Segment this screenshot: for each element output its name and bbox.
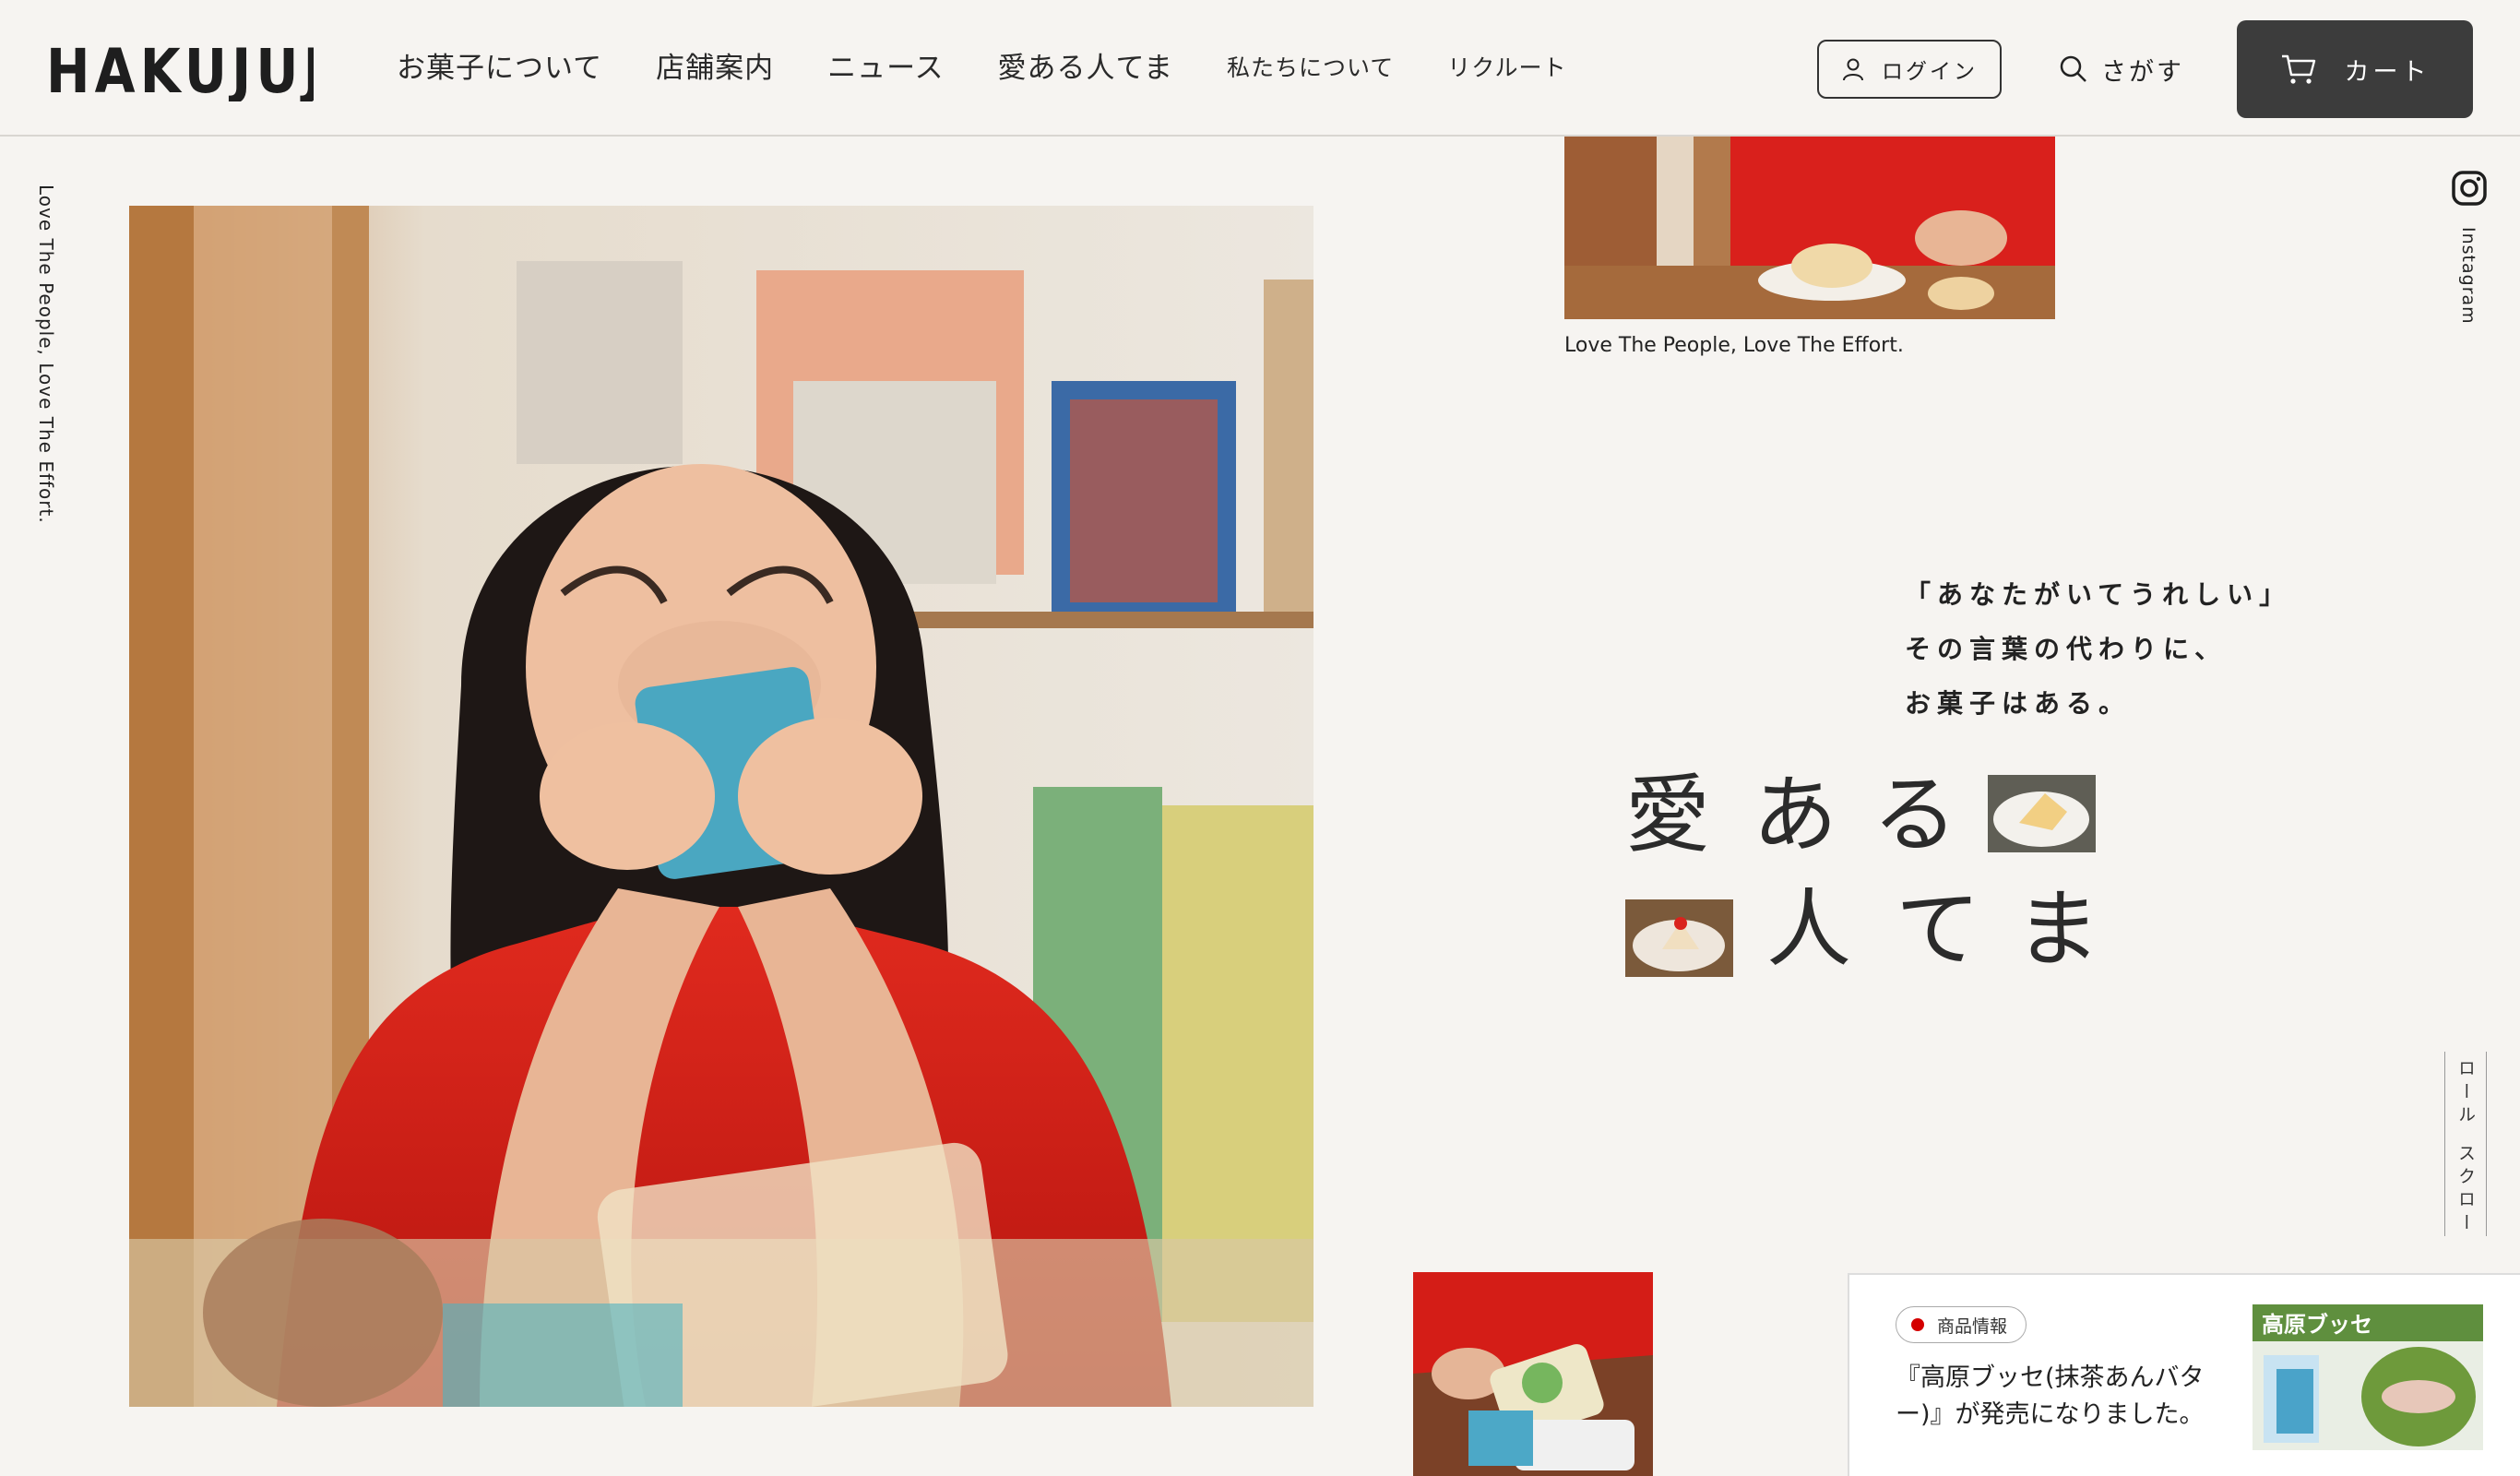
news-product-illustration: 高原ブッセ	[2253, 1304, 2483, 1450]
title-char-4: 人	[1766, 880, 1852, 979]
main-nav: お菓子について 店舗案内 ニュース 愛ある人てま 私たちについて リクルート	[397, 46, 1621, 90]
search-button[interactable]: さがす	[2059, 46, 2184, 92]
thumb-strawberry-cake-illustration	[1625, 899, 1733, 977]
hero-photo-illustration	[129, 206, 1313, 1407]
photo-hands-with-sweets-illustration	[1413, 1272, 1653, 1476]
side-tagline: Love The People, Love The Effort.	[35, 184, 57, 524]
news-product-image: 高原ブッセ	[2253, 1304, 2483, 1450]
nav-item-about-us[interactable]: 私たちについて	[1227, 46, 1394, 90]
nav-item-news[interactable]: ニュース	[827, 46, 944, 90]
instagram-label[interactable]: Instagram	[2458, 227, 2478, 325]
photo-caption: Love The People, Love The Effort.	[1564, 334, 1904, 357]
nav-item-recruit[interactable]: リクルート	[1447, 46, 1566, 90]
nav-item-ai-aru-hitotema[interactable]: 愛ある人てま	[998, 46, 1173, 90]
cart-button[interactable]: カート	[2237, 20, 2473, 118]
nav-item-stores[interactable]: 店舗案内	[656, 46, 774, 90]
nav-item-about-sweets[interactable]: お菓子について	[397, 46, 602, 90]
copy-line-2: その言葉の代わりに、	[1905, 634, 2228, 664]
badge-dot	[1911, 1318, 1924, 1331]
title-char-5: て	[1896, 880, 1981, 979]
copy-line-3: お菓子はある。	[1905, 688, 2132, 719]
instagram-icon[interactable]	[2451, 170, 2488, 207]
hakujuji-logo[interactable]: HAKUJUJI	[46, 39, 314, 101]
photo-woman-at-table	[1564, 137, 2055, 319]
login-button[interactable]: ログイン	[1817, 40, 2002, 99]
news-title[interactable]: 『高原ブッセ(抹茶あんバター)』が発売になりました。	[1896, 1360, 2228, 1434]
svg-text:HAKUJUJI: HAKUJUJI	[46, 39, 314, 101]
badge-label: 商品情報	[1937, 1315, 2008, 1337]
user-icon	[1843, 58, 1863, 81]
title-char-6: ま	[2015, 880, 2101, 979]
photo-woman-at-table-illustration	[1564, 137, 2055, 319]
thumb-strawberry-cake	[1625, 899, 1733, 977]
cart-icon	[2281, 54, 2315, 84]
copy-line-1: 「あなたがいてうれしい」	[1905, 579, 2292, 610]
thumb-cake-plate	[1988, 775, 2096, 852]
scroll-text-top: ロール	[2455, 1059, 2476, 1128]
title-char-1: 愛	[1625, 766, 1711, 864]
search-icon	[2060, 55, 2086, 82]
search-label: さがす	[2101, 57, 2184, 87]
title-char-2: あ	[1753, 766, 1838, 864]
scroll-indicator[interactable]: ロール スクロー	[2444, 1052, 2487, 1236]
thumb-cake-plate-illustration	[1988, 775, 2096, 852]
news-card[interactable]: 商品情報 『高原ブッセ(抹茶あんバター)』が発売になりました。 高原ブッセ	[1848, 1273, 2520, 1476]
hero-copy: 「あなたがいてうれしい」 その言葉の代わりに、 お菓子はある。	[1905, 567, 2291, 731]
login-label: ログイン	[1882, 60, 1978, 84]
news-category-badge: 商品情報	[1896, 1306, 2027, 1343]
svg-text:高原ブッセ: 高原ブッセ	[2262, 1312, 2372, 1338]
title-char-3: る	[1872, 766, 1958, 864]
scroll-text-bottom: スクロー	[2455, 1144, 2476, 1236]
site-header: HAKUJUJI お菓子について 店舗案内 ニュース 愛ある人てま 私たちについ…	[0, 0, 2520, 137]
photo-hands-with-sweets	[1413, 1272, 1653, 1476]
cart-label: カート	[2344, 57, 2431, 87]
logo-wordmark: HAKUJUJI	[46, 39, 314, 101]
hero-photo-woman-eating	[129, 206, 1313, 1407]
